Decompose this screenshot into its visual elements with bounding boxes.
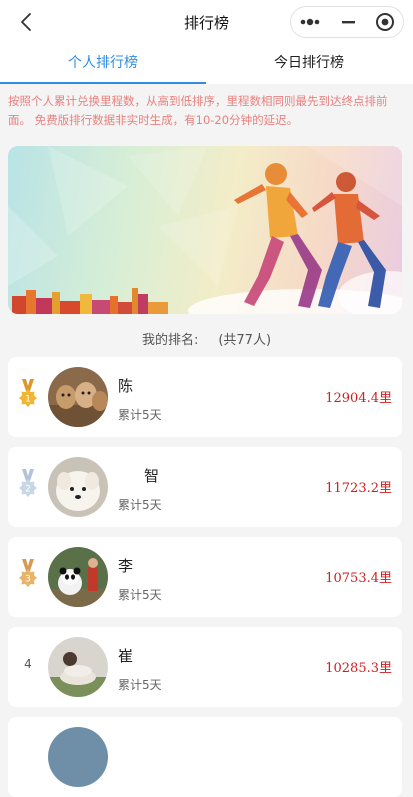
ranking-row[interactable]: 4 崔 累计5天 10285.3里 (8, 627, 402, 707)
distance-value: 11723.2里 (325, 481, 392, 496)
svg-text:2: 2 (25, 485, 31, 495)
accumulated-days: 累计5天 (118, 498, 162, 512)
avatar (48, 457, 108, 517)
bronze-medal-icon: 3 (19, 559, 37, 587)
avatar (48, 367, 108, 427)
ranking-row[interactable]: 3 李 累计5天 10753.4里 (8, 537, 402, 617)
user-name: 智 (144, 467, 160, 485)
my-rank-label: 我的排名: (141, 333, 199, 348)
ranking-row[interactable] (8, 717, 402, 797)
total-participants: (共77人) (218, 333, 272, 348)
user-name: 崔 (118, 647, 134, 665)
user-name: 李 (118, 557, 134, 575)
svg-text:3: 3 (25, 575, 31, 585)
tab-bar: 个人排行榜 今日排行榜 (0, 44, 413, 84)
distance-value: 10753.4里 (325, 571, 392, 586)
gold-medal-icon: 1 (19, 379, 37, 407)
avatar (48, 727, 108, 787)
ranking-row[interactable]: 2 智 累计5天 11723.2里 (8, 447, 402, 527)
runners-banner-image (8, 146, 402, 314)
rank-number: 4 (24, 657, 32, 671)
accumulated-days: 累计5天 (118, 678, 162, 692)
my-rank-summary: 我的排名: (共77人) (0, 329, 413, 348)
distance-value: 10285.3里 (325, 661, 392, 676)
user-name: 陈 (118, 377, 134, 395)
tab-personal-ranking[interactable]: 个人排行榜 (0, 44, 206, 84)
more-dots-icon[interactable] (291, 7, 329, 37)
close-target-icon[interactable] (367, 7, 405, 37)
accumulated-days: 累计5天 (118, 408, 162, 422)
svg-text:1: 1 (25, 395, 31, 405)
accumulated-days: 累计5天 (118, 588, 162, 602)
navigation-bar: 排行榜 (0, 0, 413, 44)
distance-value: 12904.4里 (325, 391, 392, 406)
avatar (48, 547, 108, 607)
mini-program-capsule (290, 6, 404, 38)
avatar (48, 637, 108, 697)
silver-medal-icon: 2 (19, 469, 37, 497)
ranking-row[interactable]: 1 陈 累计5天 12904.4里 (8, 357, 402, 437)
ranking-notice: 按照个人累计兑换里程数，从高到低排序，里程数相同则最先到达终点排前面。 免费版排… (8, 94, 388, 127)
tab-today-ranking[interactable]: 今日排行榜 (206, 44, 412, 84)
minimize-icon[interactable] (329, 7, 367, 37)
